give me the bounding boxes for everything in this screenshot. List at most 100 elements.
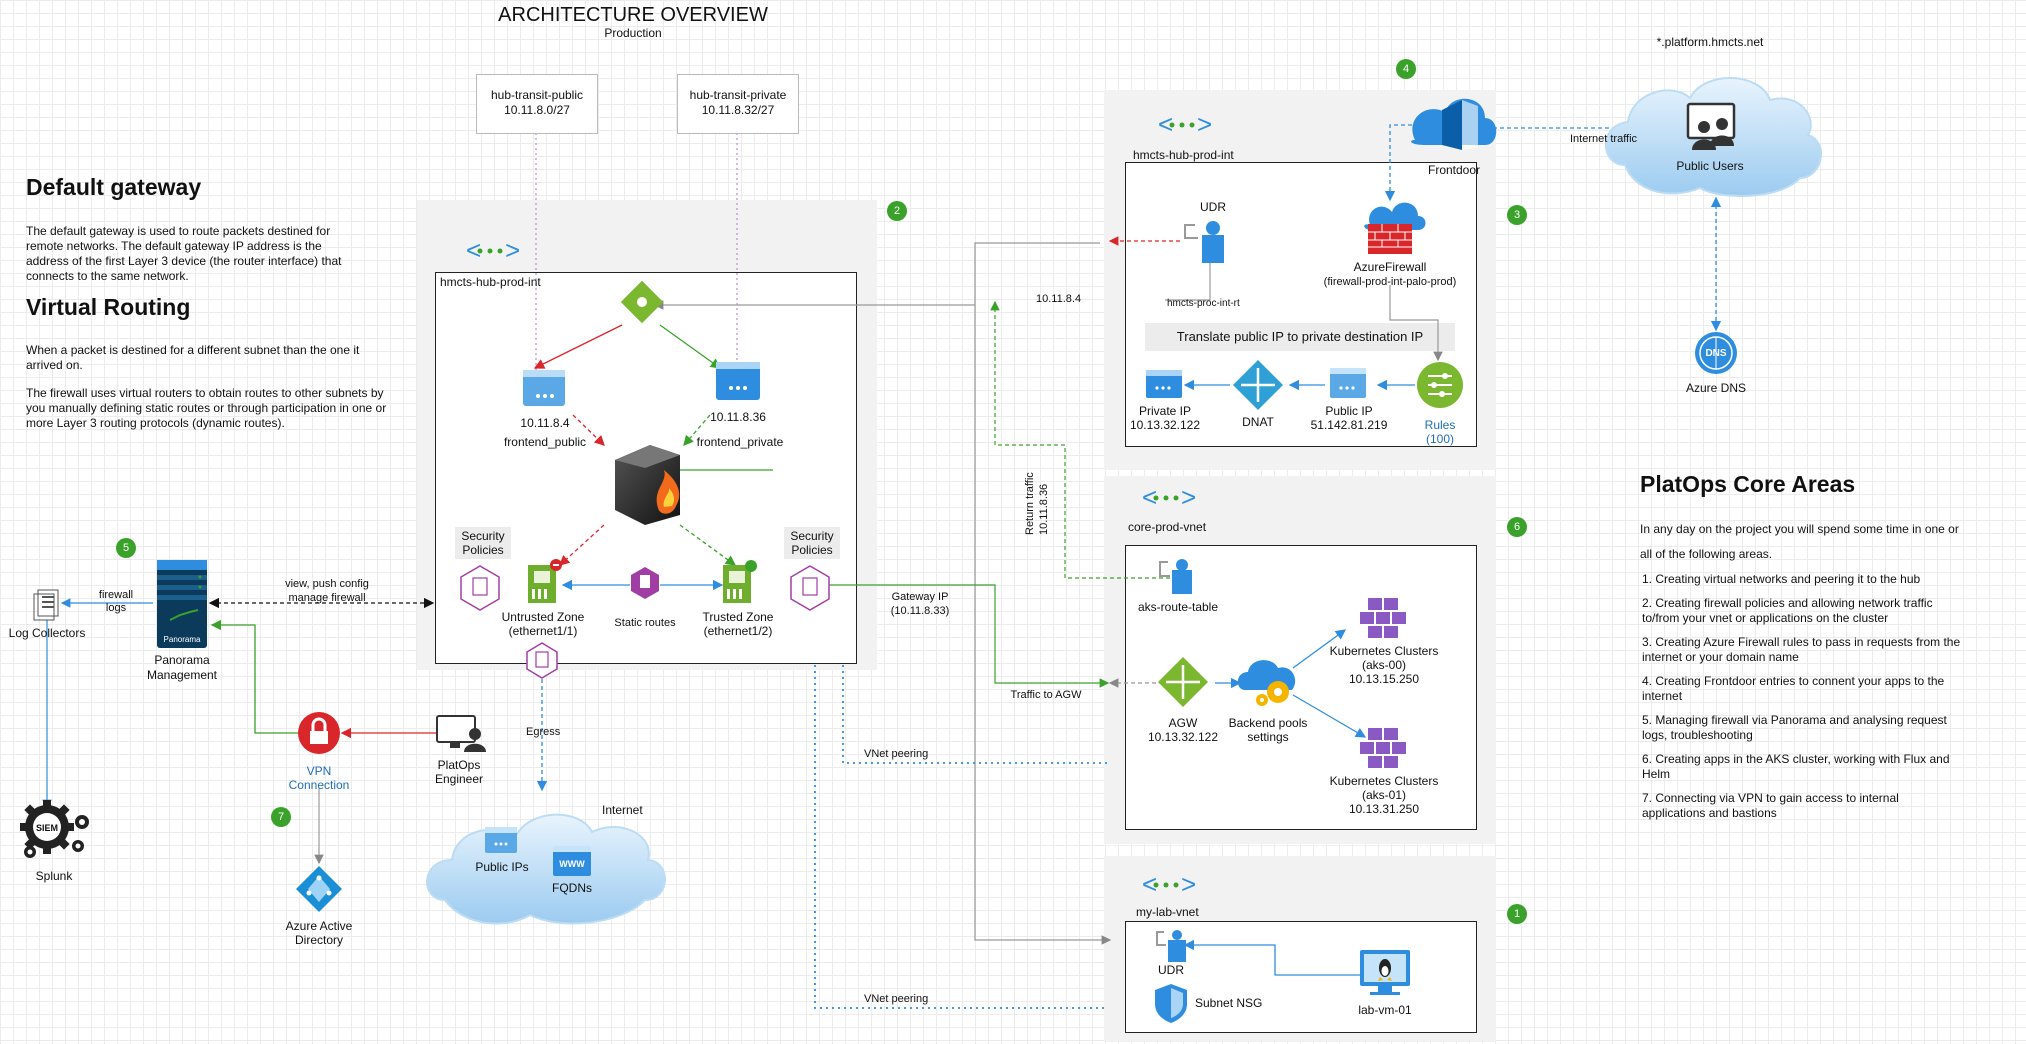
agw-label[interactable]: AGW [1169,716,1198,730]
egress-label: Egress [526,726,561,738]
subnet-hub-transit-public[interactable]: hub-transit-public 10.11.8.0/27 [476,74,598,134]
core-area-item: 3. Creating Azure Firewall rules to pass… [1642,635,1961,664]
panorama-link-label-2: manage firewall [288,592,366,604]
aks-route-table-icon [1159,559,1192,594]
vpn-label[interactable]: VPN Connection [284,764,354,792]
subnet-public-cidr: 10.11.8.0/27 [504,103,570,117]
rules-count[interactable]: (100) [1426,432,1454,446]
splunk-label[interactable]: Splunk [36,869,73,883]
traffic-to-agw-label: Traffic to AGW [1010,689,1082,701]
public-ips-label: Public IPs [475,860,529,874]
default-gateway-heading: Default gateway [26,174,202,200]
aks01-label[interactable]: Kubernetes Clusters [1330,774,1439,788]
internet-traffic-label: Internet traffic [1570,133,1638,145]
fw-vnet-label: hmcts-hub-prod-int [1133,148,1234,162]
core-areas-intro-1: In any day on the project you will spend… [1640,522,1959,536]
svg-text:>: > [1181,869,1196,899]
vnet-icon-fw: < > [1158,109,1212,139]
panorama-badge-text: Panorama [163,635,201,644]
azure-firewall-label[interactable]: AzureFirewall [1354,260,1427,274]
badge-5: 5 [116,538,136,558]
azure-firewall-icon [1364,202,1426,254]
security-policies-right[interactable]: Security Policies [784,527,840,559]
panorama-label[interactable]: Panorama Management [142,653,222,683]
subnet-hub-transit-private[interactable]: hub-transit-private 10.11.8.32/27 [677,74,799,134]
untrusted-zone-label[interactable]: Untrusted Zone [502,610,585,624]
internet-cloud-icon [426,813,666,925]
engineer-label: PlatOps Engineer [434,758,484,786]
vnet-peering-label-1: VNet peering [864,748,929,760]
security-policy-icon-right [790,565,830,611]
frontend-public-icon [523,370,565,406]
backend-pools-label-2: settings [1247,730,1289,744]
trusted-zone-label[interactable]: Trusted Zone [703,610,774,624]
backend-pools-icon [1237,660,1296,706]
security-policy-icon-bottom [526,642,558,679]
security-policy-icon-left [460,565,500,611]
svg-text:>: > [1181,482,1196,512]
core-area-item: 4. Creating Frontdoor entries to connent… [1642,674,1945,703]
edge-ip-label: 10.11.8.4 [1036,293,1082,305]
gateway-ip-label: Gateway IP [891,591,949,603]
aks01-name: (aks-01) [1361,788,1407,802]
private-ip-label: Private IP [1138,404,1192,418]
return-traffic-ip: 10.11.8.36 [1038,483,1050,535]
public-ips-icon [485,827,517,853]
subnet-public-name: hub-transit-public [490,88,584,102]
subnet-private-name: hub-transit-private [689,88,787,102]
security-policies-left-label: Security Policies [461,529,505,557]
core-area-item: 1. Creating virtual networks and peering… [1642,572,1921,586]
frontend-private-label[interactable]: frontend_private [697,435,784,449]
vpn-green-link [210,619,300,734]
backend-pools-label[interactable]: Backend pools [1229,716,1308,730]
engineer-icon [436,715,486,752]
aks-route-table-label: aks-route-table [1137,600,1219,614]
frontend-private-icon [716,362,760,400]
static-routes-icon [631,567,659,599]
aks00-ip: 10.13.15.250 [1348,672,1420,686]
frontend-public-label[interactable]: frontend_public [504,435,586,449]
return-traffic-label: Return traffic [1024,472,1036,535]
lab-vm-label[interactable]: lab-vm-01 [1358,1003,1411,1017]
badge-3: 3 [1507,205,1527,225]
udr-icon [1184,221,1224,263]
log-collectors-label[interactable]: Log Collectors [9,626,86,640]
aks00-label[interactable]: Kubernetes Clusters [1330,644,1439,658]
hub-vnet-label: hmcts-hub-prod-int [440,275,541,289]
virtual-routing-heading: Virtual Routing [26,294,191,320]
lab-vnet-label: my-lab-vnet [1136,905,1199,919]
internet-label: Internet [602,803,643,817]
aad-icon [296,866,342,912]
vnet-peering-label-2: VNet peering [864,993,929,1005]
vnet-icon-lab: < > [1142,869,1196,899]
vnet-icon-hub: < > [466,235,520,265]
lab-vm-icon [1360,950,1410,995]
azure-dns-label[interactable]: Azure DNS [1686,381,1746,395]
badge-2: 2 [887,201,907,221]
azure-firewall-name: (firewall-prod-int-palo-prod) [1323,276,1457,288]
badge-6: 6 [1507,517,1527,537]
frontdoor-label[interactable]: Frontdoor [1428,163,1480,177]
security-policies-left[interactable]: Security Policies [455,527,511,559]
frontdoor-icon [1411,98,1497,150]
gateway-ip-value: (10.11.8.33) [890,605,950,617]
subnet-nsg-label: Subnet NSG [1195,996,1263,1010]
svg-text:>: > [505,235,520,265]
fqdns-label: FQDNs [552,881,592,895]
aad-label[interactable]: Azure Active Directory [279,919,359,947]
fw-udr-label: UDR [1200,200,1226,214]
firewall-logs-label-1: firewall [98,589,134,601]
public-ip-label: Public IP [1325,404,1373,418]
core-area-item: 7. Connecting via VPN to gain access to … [1642,791,1899,820]
static-routes-label: Static routes [614,617,676,629]
core-area-item: 2. Creating firewall policies and allowi… [1642,596,1933,625]
dns-icon-text: DNS [1705,348,1727,359]
virtual-routing-text-2: The firewall uses virtual routers to obt… [26,386,387,430]
public-users-icon [1686,102,1736,150]
aks00-icon [1360,598,1406,638]
core-areas-heading: PlatOps Core Areas [1640,471,1856,497]
vpn-lock-icon [298,712,340,754]
private-ip-icon [1146,370,1182,398]
rules-label[interactable]: Rules [1425,418,1456,432]
dnat-icon [1233,360,1283,410]
